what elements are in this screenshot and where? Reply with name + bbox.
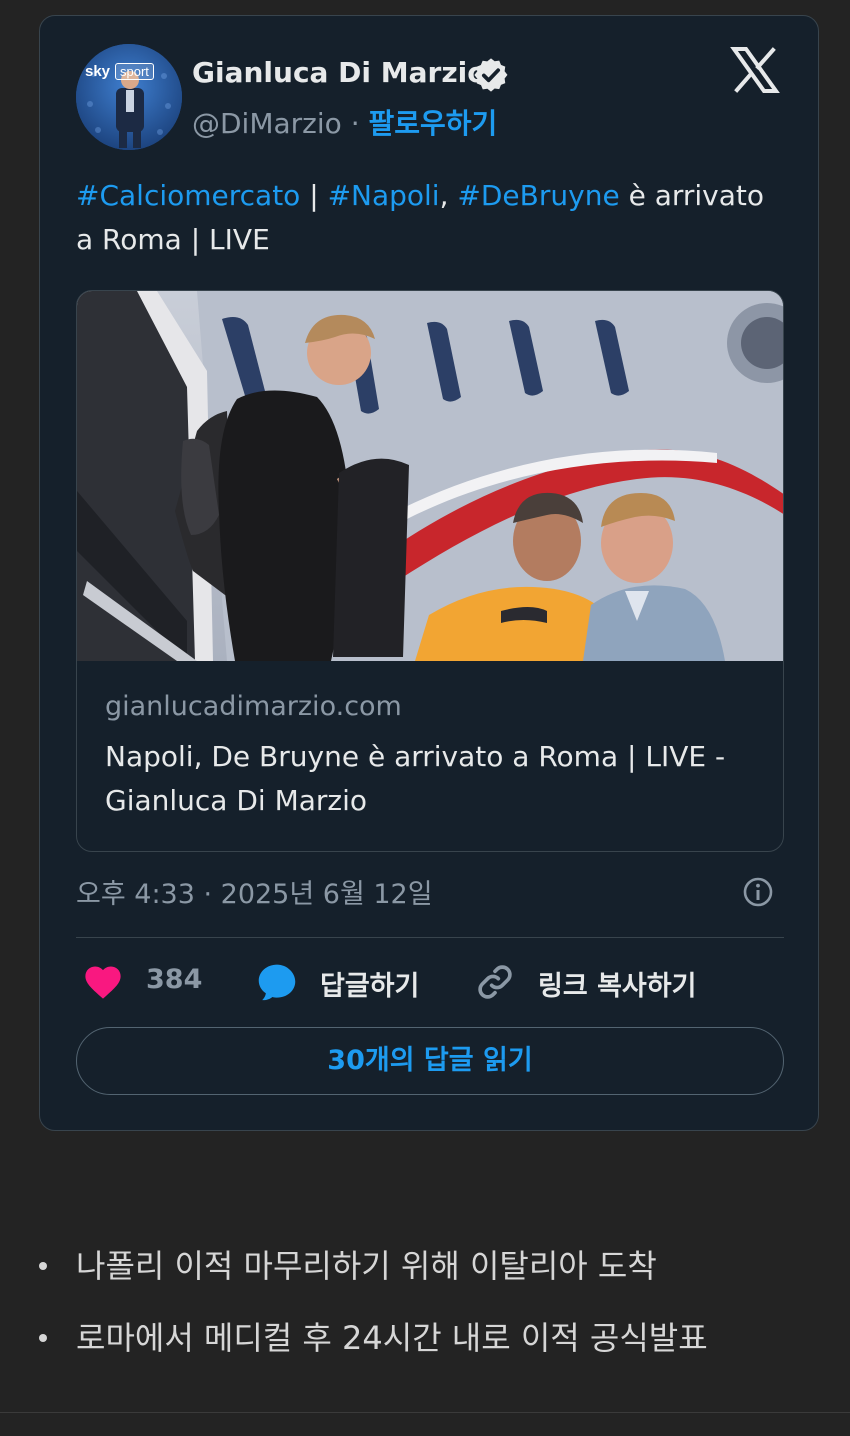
info-icon[interactable] [742, 876, 774, 908]
x-logo-icon[interactable] [730, 46, 780, 94]
meta-separator: · [350, 107, 360, 140]
heart-icon [85, 966, 121, 999]
link-domain: gianlucadimarzio.com [105, 691, 402, 722]
verified-badge-icon [474, 58, 508, 92]
link-chain-icon [478, 965, 512, 999]
read-replies-button[interactable]: 30개의 답글 읽기 [76, 1027, 784, 1095]
tweet-timestamp[interactable]: 오후 4:33 · 2025년 6월 12일 [76, 872, 433, 911]
like-count: 384 [146, 964, 203, 995]
reply-label: 답글하기 [320, 971, 420, 1002]
reply-button[interactable]: 답글하기 [256, 958, 436, 1004]
bullet-item: 나폴리 이적 마무리하기 위해 이탈리아 도착 [38, 1240, 708, 1312]
bottom-divider [0, 1412, 850, 1413]
sky-sport-logo: sky sport [85, 62, 171, 82]
text-separator: , [439, 179, 458, 212]
reply-bubble-icon [258, 964, 296, 1001]
hashtag-debruyne[interactable]: #DeBruyne [457, 179, 619, 212]
link-preview-card[interactable]: gianlucadimarzio.com Napoli, De Bruyne è… [76, 290, 784, 852]
bullet-item: 로마에서 메디컬 후 24시간 내로 이적 공식발표 [38, 1312, 708, 1384]
author-handle[interactable]: @DiMarzio [192, 107, 342, 140]
avatar-image [76, 44, 182, 150]
text-separator: | [300, 179, 328, 212]
copy-link-label: 링크 복사하기 [538, 971, 697, 1002]
author-name[interactable]: Gianluca Di Marzio [192, 56, 486, 89]
tweet-text: #Calciomercato | #Napoli, #DeBruyne è ar… [76, 174, 776, 262]
like-button[interactable]: 384 [82, 958, 212, 1004]
author-avatar[interactable]: sky sport [76, 44, 182, 150]
link-preview-photo [77, 291, 783, 661]
actions-divider [76, 937, 784, 938]
follow-button[interactable]: 팔로우하기 [369, 107, 498, 140]
copy-link-button[interactable]: 링크 복사하기 [474, 958, 714, 1004]
hashtag-calciomercato[interactable]: #Calciomercato [76, 179, 300, 212]
embedded-tweet-card: sky sport Gianluca Di Marzio @DiMarzio ·… [39, 15, 819, 1131]
summary-bullet-list: 나폴리 이적 마무리하기 위해 이탈리아 도착 로마에서 메디컬 후 24시간 … [38, 1240, 708, 1384]
hashtag-napoli[interactable]: #Napoli [328, 179, 440, 212]
author-meta-row: @DiMarzio · 팔로우하기 [192, 102, 497, 142]
link-title: Napoli, De Bruyne è arrivato a Roma | LI… [105, 740, 726, 817]
